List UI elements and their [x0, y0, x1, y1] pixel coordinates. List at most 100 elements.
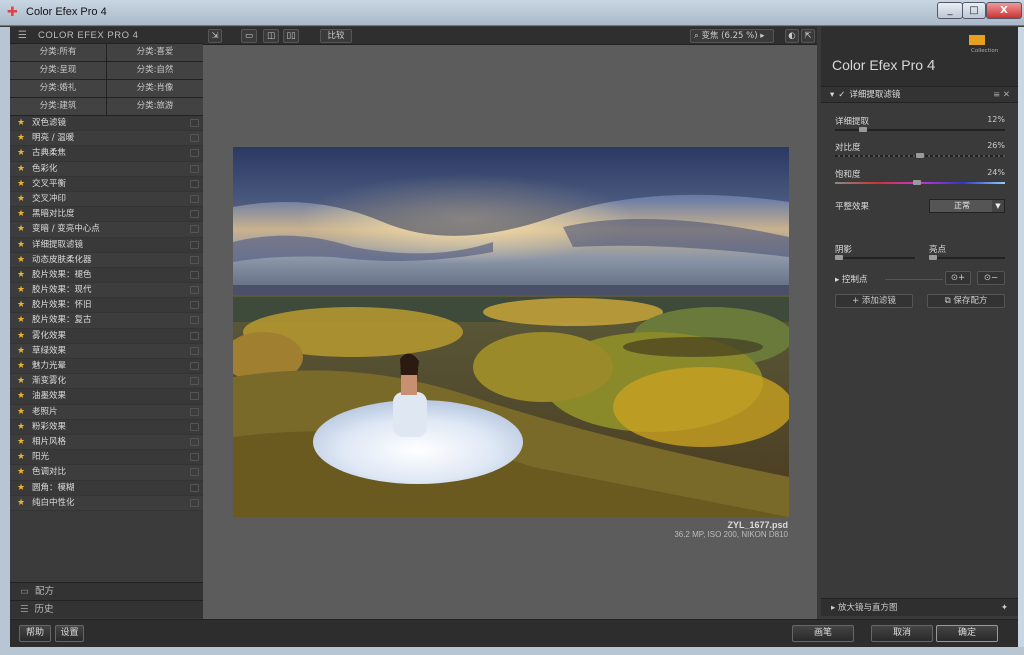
- pin-icon[interactable]: ✦: [1001, 599, 1008, 617]
- help-button[interactable]: 帮助: [19, 625, 51, 642]
- favorite-star-icon[interactable]: ★: [17, 389, 25, 404]
- preset-toggle-icon[interactable]: [190, 331, 199, 340]
- favorite-star-icon[interactable]: ★: [17, 238, 25, 253]
- minimize-button[interactable]: _: [937, 2, 963, 19]
- preset-toggle-icon[interactable]: [190, 286, 199, 295]
- preset-toggle-icon[interactable]: [190, 255, 199, 264]
- filter-item[interactable]: ★ 双色滤镜: [10, 116, 203, 132]
- single-view-icon[interactable]: ▭: [241, 29, 257, 43]
- shadow-slider[interactable]: 阴影: [835, 243, 915, 260]
- preset-toggle-icon[interactable]: [190, 225, 199, 234]
- favorite-star-icon[interactable]: ★: [17, 405, 25, 420]
- preset-toggle-icon[interactable]: [190, 134, 199, 143]
- favorite-star-icon[interactable]: ★: [17, 435, 25, 450]
- preset-toggle-icon[interactable]: [190, 362, 199, 370]
- grain-select[interactable]: 正常 ▼: [929, 199, 1005, 213]
- recipes-section[interactable]: ▭ 配方: [10, 582, 203, 600]
- favorite-star-icon[interactable]: ★: [17, 313, 25, 328]
- favorite-star-icon[interactable]: ★: [17, 146, 25, 161]
- favorite-star-icon[interactable]: ★: [17, 374, 25, 389]
- filter-item[interactable]: ★ 胶片效果：怀旧: [10, 298, 203, 314]
- save-recipe-button[interactable]: ⧉ 保存配方: [927, 294, 1005, 308]
- filter-item[interactable]: ★ 纯白中性化: [10, 495, 203, 511]
- filter-item[interactable]: ★ 圆角：模糊: [10, 480, 203, 496]
- favorite-star-icon[interactable]: ★: [17, 192, 25, 207]
- toggle-right-panel-icon[interactable]: ⇱: [801, 29, 815, 43]
- filter-item[interactable]: ★ 黑暗对比度: [10, 207, 203, 223]
- control-points-row[interactable]: ▸ 控制点 ⊙+ ⊙−: [835, 271, 1005, 285]
- split-view-icon[interactable]: ◫: [263, 29, 279, 43]
- category-button[interactable]: 分类:所有: [10, 44, 106, 61]
- preview-image[interactable]: [233, 147, 789, 517]
- slider-1[interactable]: 详细提取 12%: [835, 115, 1005, 132]
- preset-toggle-icon[interactable]: [190, 194, 199, 203]
- background-light-icon[interactable]: ◐: [785, 29, 799, 43]
- preset-toggle-icon[interactable]: [190, 407, 199, 416]
- filter-item[interactable]: ★ 交叉冲印: [10, 191, 203, 208]
- filter-options-icons[interactable]: ≡ ✕: [993, 87, 1010, 103]
- preset-toggle-icon[interactable]: [190, 119, 199, 127]
- filter-item[interactable]: ★ 相片风格: [10, 434, 203, 451]
- filter-item[interactable]: ★ 明亮 / 温暖: [10, 131, 203, 147]
- category-button[interactable]: 分类:旅游: [107, 98, 203, 115]
- favorite-star-icon[interactable]: ★: [17, 253, 25, 268]
- filter-item[interactable]: ★ 草绿效果: [10, 343, 203, 359]
- favorite-star-icon[interactable]: ★: [17, 116, 25, 131]
- compare-button[interactable]: 比较: [320, 29, 352, 43]
- preset-toggle-icon[interactable]: [190, 468, 199, 477]
- favorite-star-icon[interactable]: ★: [17, 298, 25, 313]
- history-section[interactable]: ☰ 历史: [10, 600, 203, 618]
- favorite-star-icon[interactable]: ★: [17, 162, 25, 177]
- highlight-slider[interactable]: 亮点: [929, 243, 1005, 260]
- filter-item[interactable]: ★ 交叉平衡: [10, 176, 203, 192]
- brush-button[interactable]: 画笔: [792, 625, 854, 642]
- side-by-side-icon[interactable]: ▯▯: [283, 29, 299, 43]
- category-button[interactable]: 分类:喜爱: [107, 44, 203, 61]
- zoom-dropdown[interactable]: ⌕ 变焦 (6.25 %) ▸: [690, 29, 774, 43]
- slider-3[interactable]: 饱和度 24%: [835, 168, 1005, 185]
- slider-knob[interactable]: [912, 180, 921, 185]
- add-filter-button[interactable]: + 添加滤镜: [835, 294, 913, 308]
- preset-toggle-icon[interactable]: [190, 270, 199, 279]
- ok-button[interactable]: 确定: [936, 625, 998, 642]
- favorite-star-icon[interactable]: ★: [17, 481, 25, 496]
- preset-toggle-icon[interactable]: [190, 149, 199, 158]
- preset-toggle-icon[interactable]: [190, 164, 199, 173]
- favorite-star-icon[interactable]: ★: [17, 465, 25, 480]
- filter-item[interactable]: ★ 阳光: [10, 450, 203, 466]
- preset-toggle-icon[interactable]: [190, 437, 199, 446]
- slider-knob[interactable]: [916, 153, 924, 158]
- preset-toggle-icon[interactable]: [190, 377, 199, 386]
- favorite-star-icon[interactable]: ★: [17, 131, 25, 146]
- filter-item[interactable]: ★ 变暗 / 变亮中心点: [10, 222, 203, 238]
- shadow-knob[interactable]: [835, 255, 843, 260]
- category-button[interactable]: 分类:肖像: [107, 80, 203, 97]
- menu-icon[interactable]: ☰: [18, 30, 27, 41]
- filter-item[interactable]: ★ 详细提取滤镜: [10, 237, 203, 253]
- preset-toggle-icon[interactable]: [190, 240, 199, 249]
- filter-item[interactable]: ★ 色调对比: [10, 465, 203, 481]
- favorite-star-icon[interactable]: ★: [17, 222, 25, 237]
- loupe-histogram-section[interactable]: ▸ 放大镜与直方图 ✦: [821, 598, 1018, 616]
- preset-toggle-icon[interactable]: [190, 483, 199, 492]
- preset-toggle-icon[interactable]: [190, 498, 199, 507]
- filter-item[interactable]: ★ 油墨效果: [10, 389, 203, 405]
- favorite-star-icon[interactable]: ★: [17, 496, 25, 511]
- preset-toggle-icon[interactable]: [190, 453, 199, 462]
- filter-item[interactable]: ★ 色彩化: [10, 161, 203, 177]
- filter-item[interactable]: ★ 渐变雾化: [10, 374, 203, 390]
- category-button[interactable]: 分类:自然: [107, 62, 203, 79]
- filter-item[interactable]: ★ 粉彩效果: [10, 419, 203, 435]
- toggle-panel-icon[interactable]: ⇲: [208, 29, 222, 43]
- close-button[interactable]: X: [986, 2, 1022, 19]
- filter-item[interactable]: ★ 动态皮肤柔化器: [10, 252, 203, 268]
- remove-control-point-button[interactable]: ⊙−: [977, 271, 1005, 285]
- filter-item[interactable]: ★ 魅力光晕: [10, 359, 203, 375]
- collapse-icon[interactable]: ▾: [830, 90, 834, 100]
- settings-button[interactable]: 设置: [55, 625, 84, 642]
- add-control-point-button[interactable]: ⊙+: [945, 271, 971, 285]
- filter-item[interactable]: ★ 胶片效果：复古: [10, 313, 203, 329]
- favorite-star-icon[interactable]: ★: [17, 207, 25, 222]
- preset-toggle-icon[interactable]: [190, 346, 199, 355]
- favorite-star-icon[interactable]: ★: [17, 420, 25, 435]
